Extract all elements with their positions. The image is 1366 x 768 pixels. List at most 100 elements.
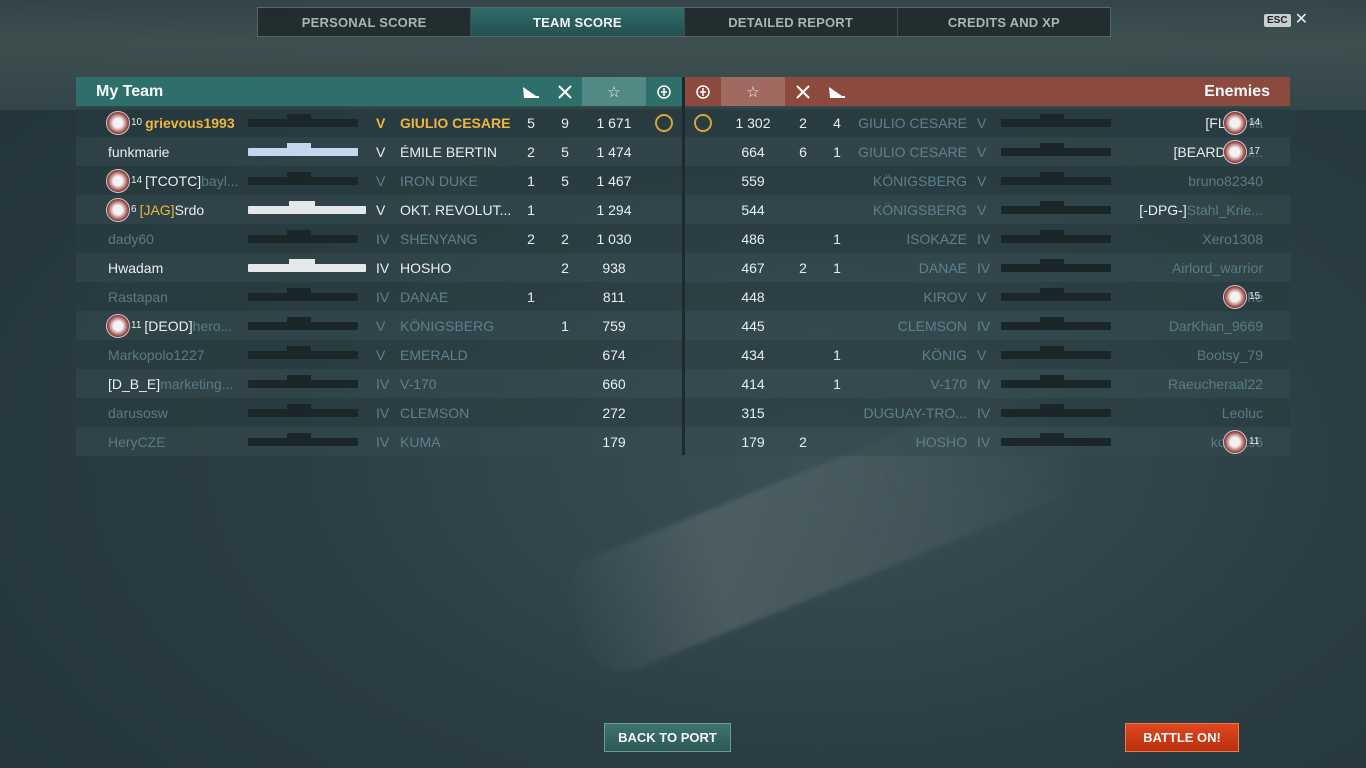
ship-name: GIULIO CESARE [858,143,967,160]
player-name: Stahl_Krie... [1186,201,1263,218]
planes-destroyed [822,398,852,427]
table-row[interactable]: HeryCZE IV KUMA 179 [76,427,682,456]
table-row[interactable]: Rastapan IV DANAE 1 811 [76,282,682,311]
tab-personal-score[interactable]: PERSONAL SCORE [258,8,472,36]
table-row[interactable]: funkmarie V ÉMILE BERTIN 2 5 1 474 [76,137,682,166]
ship-tier: IV [977,404,991,421]
ship-silhouette [248,224,366,253]
table-row[interactable]: 559 KÖNIGSBERG Vbruno82340 [685,166,1290,195]
tab-credits-xp[interactable]: CREDITS AND XP [898,8,1110,36]
ship-name: KÖNIGSBERG [872,201,967,218]
back-to-port-button[interactable]: BACK TO PORT [604,723,731,752]
player-name: [DEOD] [144,317,193,334]
table-row[interactable]: 467 2 1 DANAE IV Airlord_warrior [685,253,1290,282]
table-row[interactable]: 1 30224GIULIO CESAREV[FL]kania14 [685,108,1290,137]
ships-destroyed: 9 [561,114,569,131]
base-xp-score: 448 [741,288,765,305]
table-row[interactable]: [D_B_E] marketing... IV V-170 660 [76,369,682,398]
player-name: [TCOTC] [145,172,202,189]
player-name: Leoluc [1221,404,1263,421]
ship-name: IRON DUKE [400,172,478,189]
battle-on-button[interactable]: BATTLE ON! [1125,723,1239,752]
base-xp-score: 179 [741,433,765,450]
table-row[interactable]: 544 KÖNIGSBERG V [-DPG-] Stahl_Krie... [685,195,1290,224]
close-icon[interactable]: ✕ [1295,12,1308,28]
ship-silhouette-shape [1001,258,1111,272]
ship-silhouette-shape [1001,316,1111,330]
table-row[interactable]: dady60 IV SHENYANG 2 2 1 030 [76,224,682,253]
player-name: Raeucheraal22 [1168,375,1263,392]
rank-number: 10 [131,117,143,128]
ships-destroyed: 2 [799,259,807,276]
table-row[interactable]: darusosw IV CLEMSON 272 [76,398,682,427]
enemy-score-star-icon[interactable]: ☆ [721,77,785,106]
planes-destroyed: 2 [527,230,535,247]
player-name: HeryCZE [108,433,166,450]
table-row[interactable]: 10 grievous1993 V GIULIO CESARE 5 9 1 671 [76,108,682,137]
ships-destroyed: 5 [561,172,569,189]
ship-name: DANAE [918,259,967,276]
table-row[interactable]: Hwadam IV HOSHO 2 938 [76,253,682,282]
table-row[interactable]: 1792HOSHOIVkonpits611 [685,427,1290,456]
base-xp-score: 1 474 [596,143,632,160]
tab-detailed-report[interactable]: DETAILED REPORT [685,8,898,36]
table-row[interactable]: 14 [TCOTC] bayl... V IRON DUKE 1 5 1 467 [76,166,682,195]
enemy-medal-icon [685,77,721,106]
base-xp-score: 414 [741,375,765,392]
base-xp-score: 272 [602,404,626,421]
player-name: Bootsy_79 [1196,346,1263,363]
ships-destroyed: 5 [561,143,569,160]
score-star-icon[interactable]: ☆ [582,77,646,106]
enemies-header: ☆ Enemies [685,77,1290,106]
ship-silhouette-shape [248,287,358,301]
table-row[interactable]: Markopolo1227 V EMERALD 674 [76,340,682,369]
ship-silhouette [248,137,366,166]
ships-destroyed [788,166,818,195]
rank-badge: 6 [106,197,137,222]
ship-silhouette [1001,369,1119,398]
ship-silhouette [1001,108,1119,137]
rank-number: 14 [131,175,143,186]
table-row[interactable]: 434 1 KÖNIG V Bootsy_79 [685,340,1290,369]
rank-badge: 17 [1223,137,1263,166]
player-cell: Xero1308 [1125,224,1263,253]
ships-destroyed [550,369,580,398]
ship-silhouette-shape [1001,229,1111,243]
ship-tier: IV [977,375,991,392]
player-cell: Leoluc [1125,398,1263,427]
table-row[interactable]: 315 DUGUAY-TRO... IV Leoluc [685,398,1290,427]
ship-tier: IV [376,288,390,305]
player-name-rest: marketing... [160,375,234,392]
table-row[interactable]: 486 1 ISOKAZE IV Xero1308 [685,224,1290,253]
planes-destroyed [516,253,546,282]
player-name: Hwadam [108,259,164,276]
ships-destroyed [550,427,580,456]
close-control[interactable]: ESC ✕ [1264,12,1308,28]
ship-name: ÉMILE BERTIN [400,143,497,160]
player-cell: [-DPG-] Stahl_Krie... [1125,195,1263,224]
planes-destroyed [822,195,852,224]
player-cell: Bootsy_79 [1125,340,1263,369]
table-row[interactable]: 11 [DEOD] hero... V KÖNIGSBERG 1 759 [76,311,682,340]
medal-icon [646,77,682,106]
rank-icon [106,168,130,193]
ship-silhouette-shape [248,432,358,446]
base-xp-score: 315 [741,404,765,421]
table-row[interactable]: 448KIROVVjuche15 [685,282,1290,311]
table-row[interactable]: 445 CLEMSON IV DarKhan_9669 [685,311,1290,340]
rank-icon [1223,429,1247,454]
table-row[interactable]: 414 1 V-170 IV Raeucheraal22 [685,369,1290,398]
ship-silhouette [1001,340,1119,369]
ship-name: V-170 [400,375,437,392]
ship-silhouette-shape [1001,113,1111,127]
my-team-header: My Team ☆ [76,77,682,106]
table-row[interactable]: 6 [JAG] Srdo V OKT. REVOLUT... 1 1 294 [76,195,682,224]
ships-destroyed [788,195,818,224]
ship-name: HOSHO [400,259,452,276]
planes-destroyed: 1 [833,346,841,363]
table-row[interactable]: 66461GIULIO CESAREV[BEARD]Bru...17 [685,137,1290,166]
tab-team-score[interactable]: TEAM SCORE [471,8,685,36]
enemy-ships-destroyed-icon [788,77,818,106]
ship-tier: V [376,346,386,363]
ship-silhouette [1001,253,1119,282]
